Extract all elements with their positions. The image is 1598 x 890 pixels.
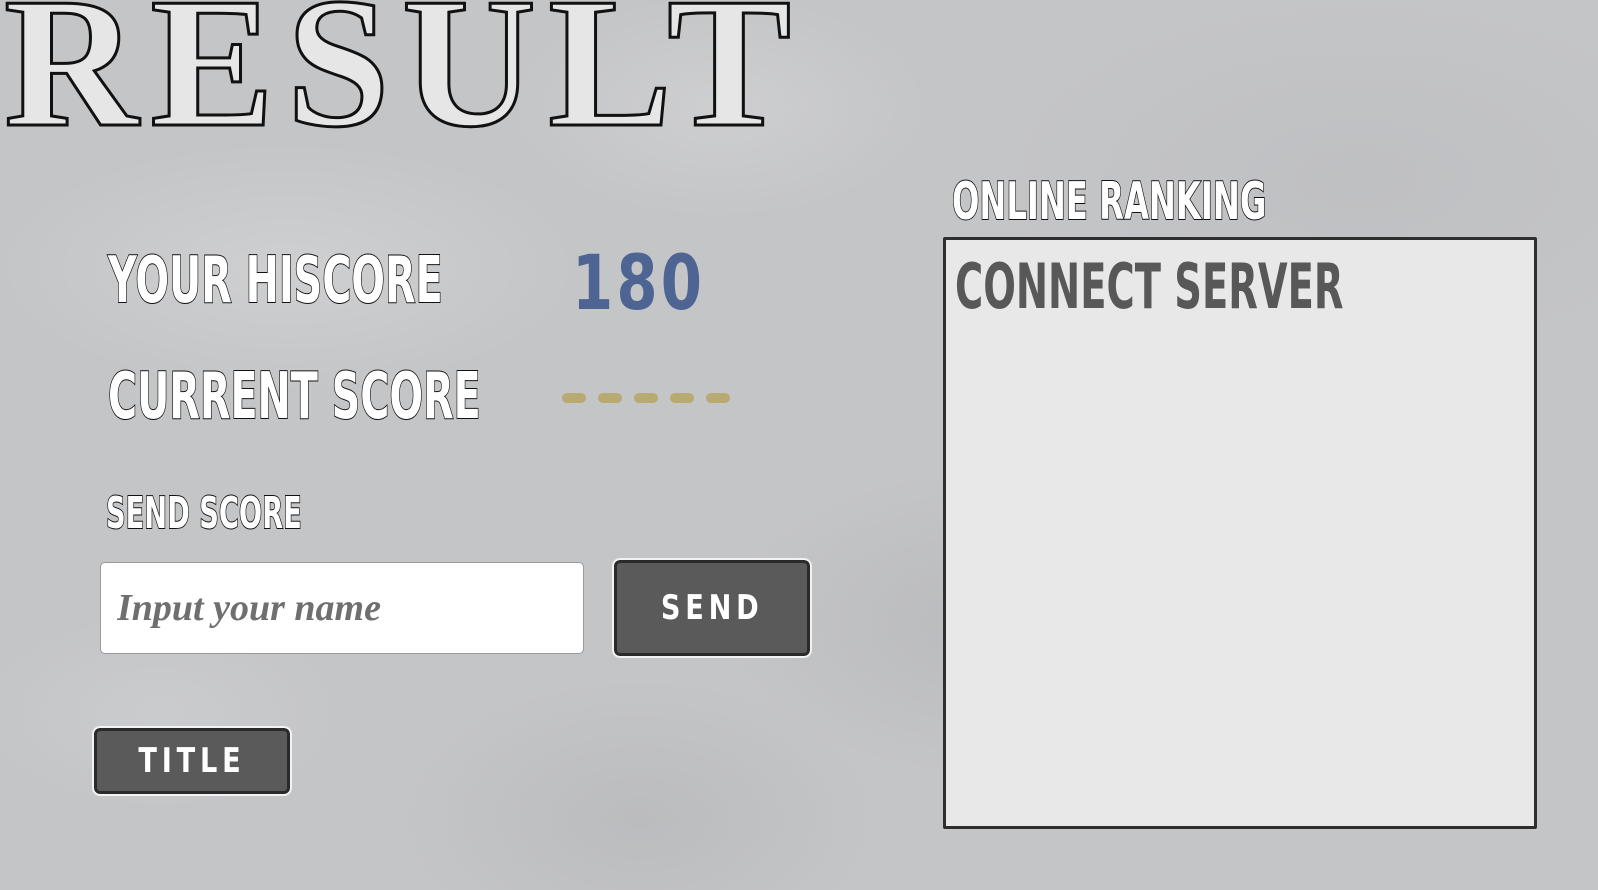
hiscore-value: 180 — [572, 238, 706, 327]
score-dash — [562, 393, 586, 403]
name-input[interactable] — [100, 562, 584, 654]
send-score-label: SEND SCORE — [105, 487, 302, 540]
ranking-status: CONNECT SERVER — [955, 250, 1344, 323]
result-title: RESULT — [2, 0, 804, 166]
hiscore-label: YOUR HISCORE — [107, 243, 443, 319]
send-button[interactable]: SEND — [612, 558, 812, 658]
ranking-panel[interactable]: CONNECT SERVER — [943, 237, 1537, 829]
title-button-label: TITLE — [138, 741, 246, 781]
send-button-label: SEND — [660, 588, 764, 628]
online-ranking-header: ONLINE RANKING — [951, 171, 1267, 233]
title-button[interactable]: TITLE — [92, 726, 292, 796]
score-dash — [598, 393, 622, 403]
current-score-value — [562, 393, 730, 403]
current-score-label: CURRENT SCORE — [107, 359, 481, 435]
score-dash — [634, 393, 658, 403]
score-dash — [706, 393, 730, 403]
score-dash — [670, 393, 694, 403]
